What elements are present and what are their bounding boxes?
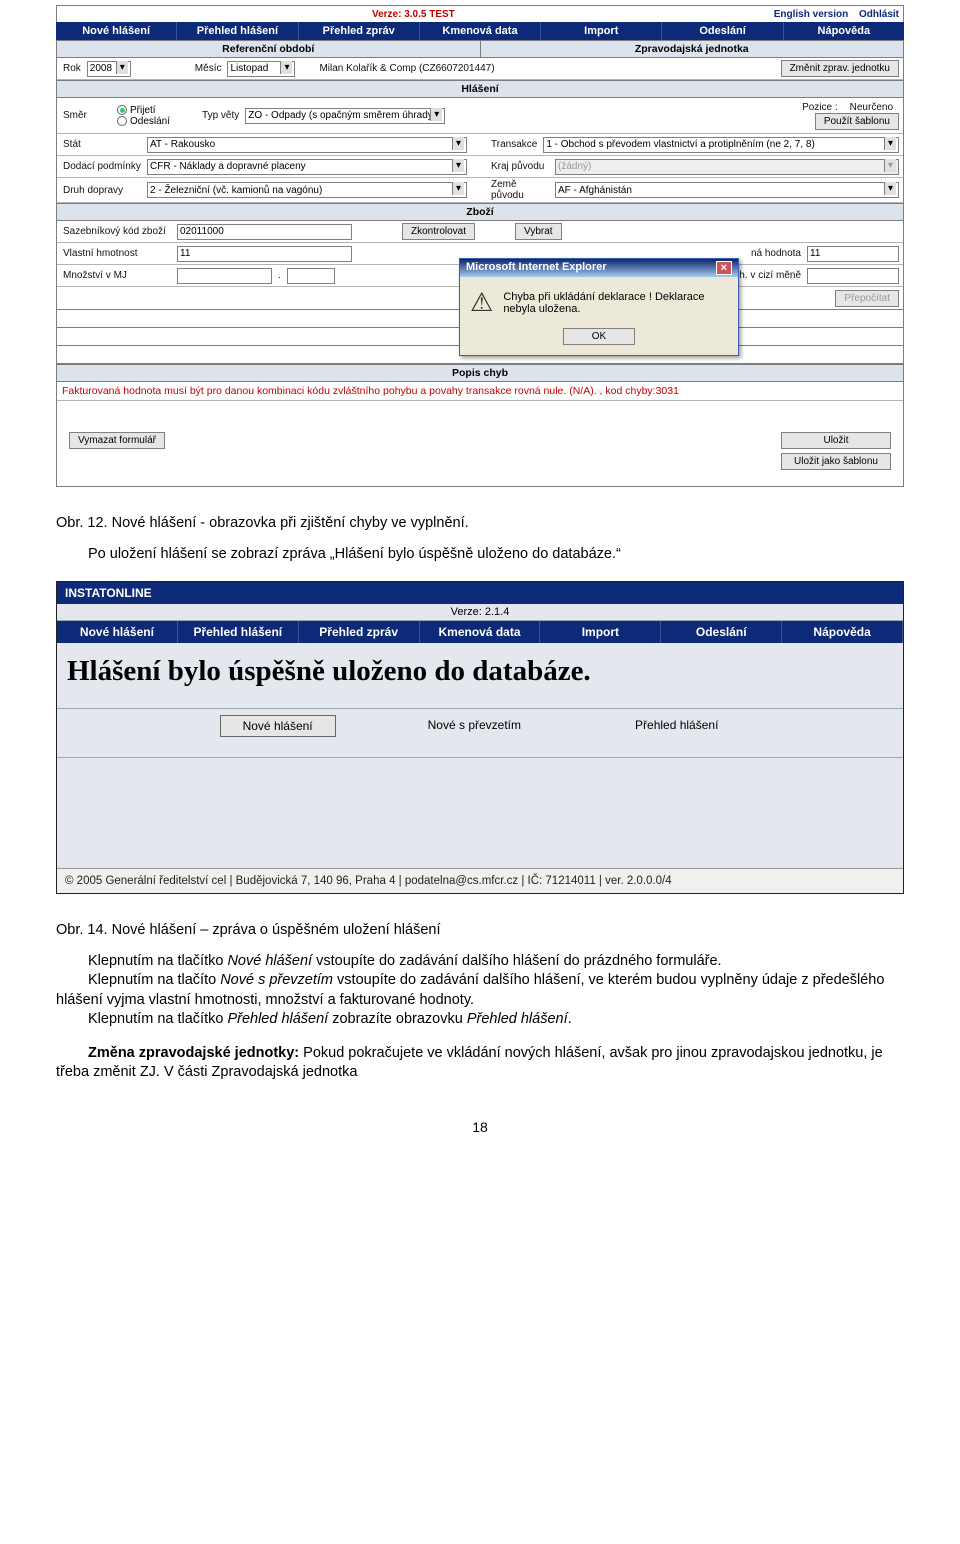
version: Verze: 3.0.5 TEST [372, 9, 455, 20]
nav2-3[interactable]: Kmenová data [420, 621, 541, 643]
nav2-5[interactable]: Odeslání [661, 621, 782, 643]
logout-link[interactable]: Odhlásit [859, 9, 899, 20]
fh-input[interactable]: 11 [807, 246, 899, 262]
nav-6[interactable]: Nápověda [784, 22, 904, 40]
sect-zbozi: Zboží [57, 204, 903, 220]
kraj-select: (žádný) [555, 159, 899, 175]
prepocitat-button: Přepočítat [835, 290, 899, 307]
app1: Verze: 3.0.5 TEST English version Odhlás… [56, 5, 904, 487]
sect-chyby: Popis chyb [57, 365, 903, 381]
success-msg: Hlášení bylo úspěšně uloženo do databáze… [57, 643, 903, 708]
app2-brand: INSTATONLINE [57, 582, 903, 604]
sect-hlaseni: Hlášení [57, 81, 903, 97]
zkontrolovat-button[interactable]: Zkontrolovat [402, 223, 475, 240]
fh-lbl-frag: ná hodnota [745, 248, 807, 259]
ulozit-button[interactable]: Uložit [781, 432, 891, 449]
dialog-ok-button[interactable]: OK [563, 328, 635, 345]
rok-select[interactable]: 2008 [87, 61, 131, 77]
smer-lbl: Směr [57, 110, 117, 121]
top-links: English version Odhlásit [766, 9, 899, 20]
app2-ver: Verze: 2.1.4 [57, 604, 903, 621]
nav2-1[interactable]: Přehled hlášení [178, 621, 299, 643]
druh-lbl: Druh dopravy [57, 185, 147, 196]
typ-select[interactable]: ZO - Odpady (s opačným směrem úhrady) [245, 108, 445, 124]
fhcizi-input[interactable] [807, 268, 899, 284]
err-text: Fakturovaná hodnota musí být pro danou k… [57, 382, 903, 400]
stat-lbl: Stát [57, 139, 147, 150]
vymazat-button[interactable]: Vymazat formulář [69, 432, 165, 449]
nav2-6[interactable]: Nápověda [782, 621, 903, 643]
dod-lbl: Dodací podmínky [57, 161, 147, 172]
nove-prevzetim-button[interactable]: Nové s převzetím [406, 715, 543, 737]
kraj-lbl: Kraj původu [485, 161, 555, 172]
vh-input[interactable]: 11 [177, 246, 352, 262]
dod-select[interactable]: CFR - Náklady a dopravné placeny [147, 159, 467, 175]
saz-input[interactable]: 02011000 [177, 224, 352, 240]
vh-lbl: Vlastní hmotnost [57, 248, 177, 259]
dialog-title: Microsoft Internet Explorer [466, 261, 607, 275]
lang-link[interactable]: English version [774, 9, 848, 20]
p2: Klepnutím na tlačítko Nové hlášení vstou… [56, 952, 904, 972]
nav-2[interactable]: Přehled zpráv [299, 22, 420, 40]
druh-select[interactable]: 2 - Železniční (vč. kamionů na vagónu) [147, 182, 467, 198]
pozice-lbl: Pozice : [796, 102, 844, 113]
para-1: Po uložení hlášení se zobrazí zpráva „Hl… [56, 545, 904, 565]
pozice-val: Neurčeno [844, 102, 899, 113]
p3: Klepnutím na tlačíto Nové s převzetím vs… [56, 971, 904, 1010]
rok-lbl: Rok [57, 63, 87, 74]
nav-5[interactable]: Odeslání [662, 22, 783, 40]
nove-hlaseni-button[interactable]: Nové hlášení [220, 715, 336, 737]
zeme-lbl: Země původu [485, 179, 555, 201]
saz-lbl: Sazebníkový kód zboží [57, 226, 177, 237]
sect-zj: Zpravodajská jednotka [481, 41, 904, 57]
trans-lbl: Transakce [485, 139, 543, 150]
nav-1[interactable]: Přehled hlášení [177, 22, 298, 40]
warning-icon [470, 287, 493, 318]
typ-lbl: Typ věty [196, 110, 245, 121]
dialog-close[interactable]: × [716, 261, 732, 275]
zeme-select[interactable]: AF - Afghánistán [555, 182, 899, 198]
p5: Změna zpravodajské jednotky: Pokud pokra… [56, 1044, 904, 1083]
mj-input[interactable] [177, 268, 272, 284]
app2-footer: © 2005 Generální ředitelství cel | Buděj… [57, 868, 903, 893]
navbar: Nové hlášení Přehled hlášení Přehled zpr… [56, 22, 904, 40]
zmenit-zj-button[interactable]: Změnit zprav. jednotku [781, 60, 899, 77]
mj-input2[interactable] [287, 268, 335, 284]
topstrip: Verze: 3.0.5 TEST English version Odhlás… [56, 5, 904, 22]
mesic-lbl: Měsíc [189, 63, 228, 74]
nav-3[interactable]: Kmenová data [420, 22, 541, 40]
nav-4[interactable]: Import [541, 22, 662, 40]
app2: INSTATONLINE Verze: 2.1.4 Nové hlášení P… [56, 581, 904, 894]
nav2-4[interactable]: Import [540, 621, 661, 643]
mj-lbl: Množství v MJ [57, 270, 177, 281]
caption-12: Obr. 12. Nové hlášení - obrazovka při zj… [56, 515, 904, 531]
nav-0[interactable]: Nové hlášení [56, 22, 177, 40]
nav2-2[interactable]: Přehled zpráv [299, 621, 420, 643]
sablona-button[interactable]: Použít šablonu [815, 113, 899, 130]
radio-odeslani[interactable]: Odeslání [117, 116, 170, 127]
mj-dot: . [272, 270, 287, 281]
prehled-hlaseni-button[interactable]: Přehled hlášení [613, 715, 740, 737]
caption-14: Obr. 14. Nové hlášení – zpráva o úspěšné… [56, 922, 904, 938]
page-number: 18 [0, 1119, 960, 1135]
p4: Klepnutím na tlačítko Přehled hlášení zo… [56, 1010, 904, 1030]
radio-prijeti[interactable]: Přijetí [117, 105, 170, 116]
sect-ref: Referenční období [57, 41, 481, 57]
trans-select[interactable]: 1 - Obchod s převodem vlastnictví a prot… [543, 137, 899, 153]
nav2-0[interactable]: Nové hlášení [57, 621, 178, 643]
ie-dialog: Microsoft Internet Explorer × Chyba při … [459, 258, 739, 356]
ulozit-sablona-button[interactable]: Uložit jako šablonu [781, 453, 891, 470]
vybrat-button[interactable]: Vybrat [515, 223, 562, 240]
mesic-select[interactable]: Listopad [227, 61, 295, 77]
dialog-msg: Chyba při ukládání deklarace ! Deklarace… [503, 291, 726, 315]
zj-value: Milan Kolařík & Comp (CZ6607201447) [313, 63, 500, 74]
stat-select[interactable]: AT - Rakousko [147, 137, 467, 153]
